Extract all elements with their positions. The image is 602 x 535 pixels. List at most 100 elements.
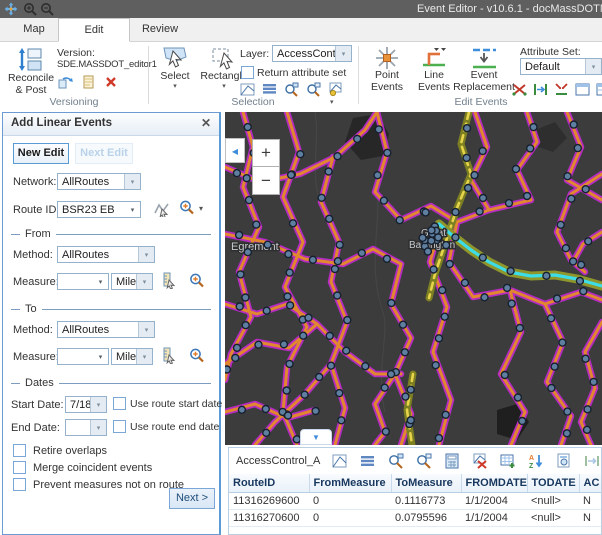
next-edit-button[interactable]: Next Edit	[75, 143, 133, 164]
event-point[interactable]	[283, 387, 290, 394]
select-records-icon[interactable]	[332, 453, 348, 469]
event-point[interactable]	[519, 418, 526, 425]
prevent-measures-checkbox[interactable]	[13, 478, 26, 491]
next-button[interactable]: Next >	[169, 488, 215, 509]
event-point[interactable]	[401, 349, 408, 356]
event-point[interactable]	[290, 220, 297, 227]
event-point[interactable]	[543, 272, 550, 279]
event-point[interactable]	[584, 406, 591, 413]
from-measure-zoom-icon[interactable]	[189, 273, 205, 289]
event-point[interactable]	[354, 135, 361, 142]
split-event-icon[interactable]	[512, 82, 527, 97]
event-point[interactable]	[318, 194, 325, 201]
event-point[interactable]	[580, 288, 587, 295]
column-header-ac[interactable]: AC	[579, 474, 602, 493]
event-point[interactable]	[334, 153, 341, 160]
event-point[interactable]	[446, 261, 453, 268]
event-point[interactable]	[244, 249, 251, 256]
event-point[interactable]	[286, 360, 293, 367]
tab-review[interactable]: Review	[130, 18, 190, 41]
layer-select[interactable]: AccessControl_A ▾	[272, 45, 352, 62]
start-date-caret[interactable]: ▾	[90, 397, 106, 412]
retire-overlaps-checkbox[interactable]	[13, 444, 26, 457]
event-point[interactable]	[461, 279, 468, 286]
event-point[interactable]	[570, 121, 577, 128]
line-events-button[interactable]: Line Events	[412, 46, 456, 93]
event-point[interactable]	[301, 391, 308, 398]
layer-select-caret[interactable]: ▾	[335, 46, 351, 61]
selection-list-icon[interactable]	[262, 82, 277, 97]
column-header-routeid[interactable]: RouteID	[229, 474, 309, 493]
pan-to-selection-icon[interactable]	[306, 82, 321, 97]
event-point[interactable]	[562, 245, 569, 252]
event-point[interactable]	[501, 372, 508, 379]
to-measure-input[interactable]: ▾	[57, 348, 109, 365]
event-point[interactable]	[576, 277, 583, 284]
event-point[interactable]	[442, 411, 449, 418]
event-point[interactable]	[402, 393, 409, 400]
event-point[interactable]	[236, 232, 243, 239]
map-view[interactable]: EgremontGreatBarrington ◀ + − ▼	[225, 112, 602, 445]
event-point[interactable]	[384, 149, 391, 156]
event-point[interactable]	[514, 394, 521, 401]
event-point[interactable]	[507, 268, 514, 275]
event-point[interactable]	[300, 332, 307, 339]
event-point[interactable]	[238, 406, 245, 413]
move-selected-icon[interactable]	[584, 453, 600, 469]
select-features-icon[interactable]	[240, 82, 255, 97]
event-point[interactable]	[358, 250, 365, 257]
end-date-caret[interactable]: ▾	[90, 420, 106, 435]
event-point[interactable]	[284, 293, 291, 300]
event-point[interactable]	[326, 215, 333, 222]
select-dropdown-caret[interactable]: ▾	[173, 83, 177, 90]
map-zoom-out-button[interactable]: −	[252, 166, 280, 195]
zoom-to-selection-icon[interactable]	[284, 82, 299, 97]
event-point[interactable]	[563, 430, 570, 437]
from-measure-input[interactable]: ▾	[57, 273, 109, 290]
end-date-input[interactable]: ▾	[65, 419, 107, 436]
event-point[interactable]	[479, 254, 486, 261]
event-point[interactable]	[463, 154, 470, 161]
from-method-caret[interactable]: ▾	[138, 247, 154, 262]
event-point[interactable]	[570, 258, 577, 265]
event-point[interactable]	[312, 408, 319, 415]
from-measure-ruler-icon[interactable]	[161, 272, 178, 289]
event-point[interactable]	[400, 321, 407, 328]
event-point[interactable]	[585, 238, 592, 245]
event-point[interactable]	[233, 170, 240, 177]
use-route-end-date-checkbox[interactable]	[113, 420, 126, 433]
event-point[interactable]	[527, 145, 534, 152]
merge-events-icon[interactable]	[554, 82, 569, 97]
event-point[interactable]	[524, 193, 531, 200]
event-point[interactable]	[388, 300, 395, 307]
table-row[interactable]: 1131627060000.07955961/1/2004<null>N	[229, 510, 602, 527]
event-point[interactable]	[316, 374, 323, 381]
collapse-table-button[interactable]: ▼	[300, 429, 332, 445]
table-row[interactable]: 1131626960000.11167731/1/2004<null>N	[229, 493, 602, 510]
point-events-button[interactable]: Point Events	[366, 46, 408, 93]
to-measure-zoom-icon[interactable]	[189, 348, 205, 364]
event-point[interactable]	[452, 209, 459, 216]
event-point[interactable]	[285, 412, 292, 419]
use-route-start-date-checkbox[interactable]	[113, 397, 126, 410]
event-point[interactable]	[381, 384, 388, 391]
new-edit-button[interactable]: New Edit	[13, 143, 69, 164]
event-point[interactable]	[476, 208, 483, 215]
event-point[interactable]	[382, 428, 389, 435]
event-point[interactable]	[325, 168, 332, 175]
event-point[interactable]	[480, 195, 487, 202]
event-point[interactable]	[331, 266, 338, 273]
event-point[interactable]	[582, 186, 589, 193]
tab-edit[interactable]: Edit	[58, 18, 130, 42]
move-event-icon[interactable]	[533, 82, 548, 97]
pan-icon[interactable]	[4, 2, 20, 16]
event-point[interactable]	[428, 227, 435, 234]
events-panel-icon[interactable]	[596, 82, 602, 97]
attributes-panel-icon[interactable]	[575, 82, 590, 97]
event-point[interactable]	[264, 241, 271, 248]
event-point[interactable]	[232, 354, 239, 361]
event-point[interactable]	[443, 242, 450, 249]
column-header-fromdate[interactable]: FROMDATE	[461, 474, 527, 493]
event-point[interactable]	[375, 126, 382, 133]
pick-route-on-map-icon[interactable]	[153, 201, 170, 217]
